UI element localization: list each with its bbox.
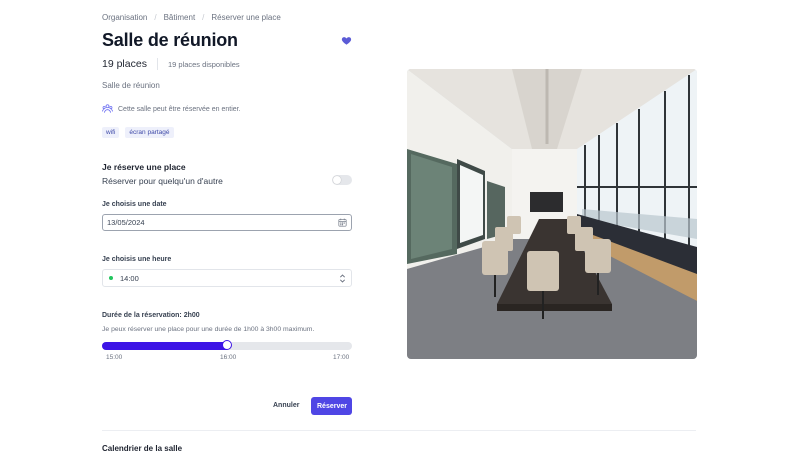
slider-tick-end: 17:00 [333, 354, 350, 361]
booking-section-title: Je réserve une place [102, 162, 186, 172]
cancel-button[interactable]: Annuler [268, 398, 304, 413]
duration-slider-fill [102, 342, 227, 350]
duration-slider-thumb[interactable] [222, 340, 232, 350]
meeting-room-image [407, 69, 697, 359]
slider-tick-middle: 16:00 [220, 354, 237, 361]
hour-value: 14:00 [120, 273, 139, 283]
breadcrumb-item-current: Réserver une place [211, 13, 281, 22]
breadcrumb-separator: / [202, 13, 205, 22]
breadcrumb-item-batiment[interactable]: Bâtiment [164, 13, 196, 22]
breadcrumb-separator: / [154, 13, 157, 22]
date-field[interactable]: 13/05/2024 [102, 214, 352, 231]
places-available: 19 places disponibles [167, 59, 240, 69]
reserve-button[interactable]: Réserver [311, 397, 352, 415]
chevron-updown-icon [339, 274, 346, 283]
book-for-other-toggle[interactable] [332, 175, 352, 185]
full-booking-text: Cette salle peut être réservée en entier… [118, 105, 241, 113]
full-booking-notice: Cette salle peut être réservée en entier… [102, 104, 241, 114]
duration-slider[interactable] [102, 340, 352, 350]
book-for-other-label: Réserver pour quelqu'un d'autre [102, 176, 223, 186]
tag-wifi: wifi [102, 127, 120, 138]
tag-list: wifi écran partagé [102, 127, 174, 138]
group-icon [102, 104, 113, 113]
duration-label: Durée de la réservation: 2h00 [102, 312, 200, 319]
divider [156, 58, 158, 70]
toggle-knob [333, 176, 341, 184]
places-count: 19 places [102, 58, 147, 70]
hour-select[interactable]: 14:00 [102, 269, 352, 287]
places-summary: 19 places 19 places disponibles [102, 58, 240, 70]
slider-tick-start: 15:00 [106, 354, 123, 361]
date-label: Je choisis une date [102, 201, 167, 208]
breadcrumb-item-organisation[interactable]: Organisation [102, 13, 147, 22]
room-photo [407, 69, 697, 359]
tag-shared-screen: écran partagé [125, 127, 174, 138]
room-type: Salle de réunion [102, 81, 160, 90]
room-calendar-title: Calendrier de la salle [102, 444, 183, 453]
divider [102, 430, 696, 431]
available-status-dot [109, 276, 113, 280]
breadcrumb: Organisation / Bâtiment / Réserver une p… [102, 13, 281, 22]
date-value: 13/05/2024 [107, 218, 145, 227]
heart-icon[interactable] [341, 35, 352, 46]
calendar-icon[interactable] [338, 218, 347, 227]
duration-help-text: Je peux réserver une place pour une duré… [102, 326, 315, 333]
hour-label: Je choisis une heure [102, 256, 172, 263]
page-title: Salle de réunion [102, 30, 238, 50]
